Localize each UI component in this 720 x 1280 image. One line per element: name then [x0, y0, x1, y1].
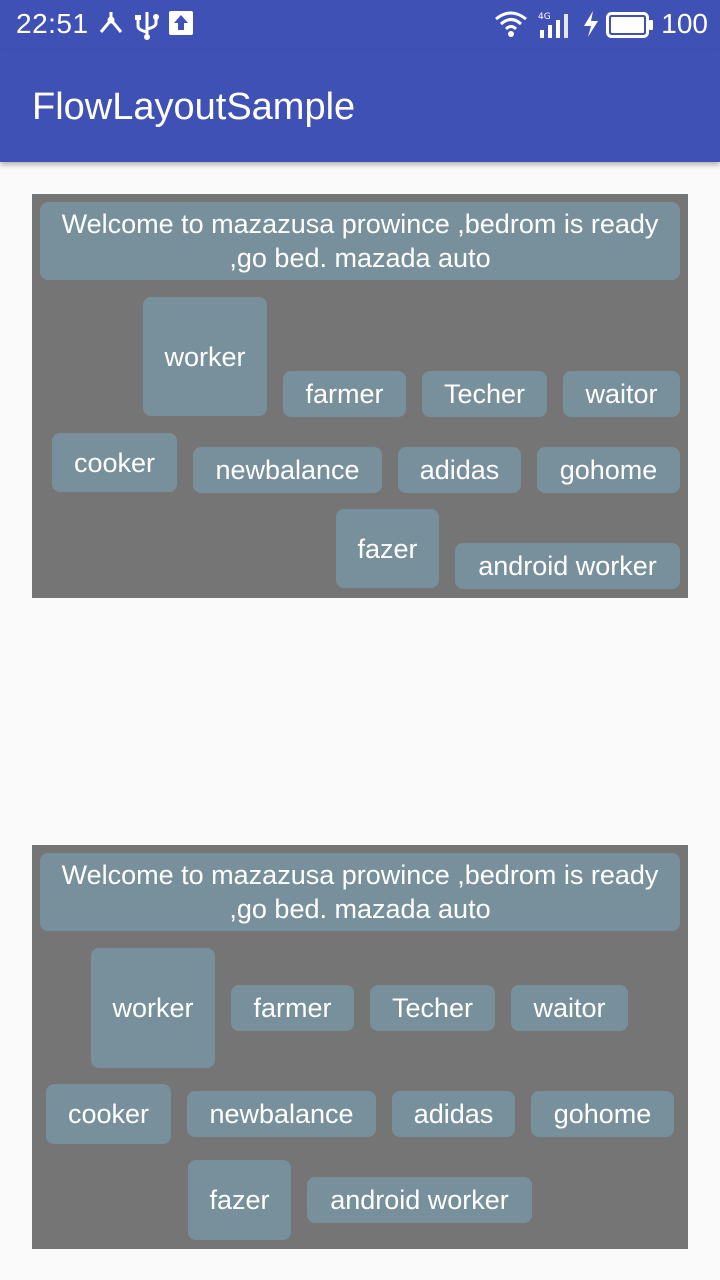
flow-layout-top: Welcome to mazazusa prowince ,bedrom is …	[32, 194, 688, 598]
tag-worker[interactable]: worker	[143, 297, 267, 416]
status-time: 22:51	[16, 8, 89, 39]
wifi-icon	[494, 10, 528, 43]
tag-waitor[interactable]: waitor	[511, 985, 628, 1031]
app-title: FlowLayoutSample	[32, 86, 356, 128]
app-bar: FlowLayoutSample	[0, 50, 720, 162]
tag-gohome[interactable]: gohome	[537, 447, 680, 493]
tag-welcome[interactable]: Welcome to mazazusa prowince ,bedrom is …	[40, 202, 680, 280]
tag-newbalance[interactable]: newbalance	[193, 447, 382, 493]
svg-text:4G: 4G	[538, 12, 551, 22]
tag-fazer[interactable]: fazer	[336, 509, 439, 588]
upload-icon	[168, 10, 194, 41]
battery-icon	[606, 12, 654, 43]
tag-gohome[interactable]: gohome	[531, 1091, 674, 1137]
tag-worker[interactable]: worker	[91, 948, 215, 1068]
status-bar: 22:51 4G 100	[0, 0, 720, 50]
signal-4g-icon: 4G	[538, 10, 574, 45]
tag-techer[interactable]: Techer	[370, 985, 495, 1031]
tag-farmer[interactable]: farmer	[283, 371, 406, 417]
tag-adidas[interactable]: adidas	[392, 1091, 515, 1137]
tag-newbalance[interactable]: newbalance	[187, 1091, 376, 1137]
flow-layout-bottom: Welcome to mazazusa prowince ,bedrom is …	[32, 845, 688, 1249]
battery-level: 100	[661, 8, 708, 39]
tag-android-worker[interactable]: android worker	[455, 543, 680, 589]
tag-waitor[interactable]: waitor	[563, 371, 680, 417]
share-icon	[98, 10, 124, 43]
tag-cooker[interactable]: cooker	[52, 433, 177, 492]
tag-adidas[interactable]: adidas	[398, 447, 521, 493]
tag-cooker[interactable]: cooker	[46, 1084, 171, 1144]
usb-icon	[134, 10, 160, 45]
tag-welcome[interactable]: Welcome to mazazusa prowince ,bedrom is …	[40, 853, 680, 931]
tag-farmer[interactable]: farmer	[231, 985, 354, 1031]
charging-icon	[582, 10, 600, 43]
tag-techer[interactable]: Techer	[422, 371, 547, 417]
tag-fazer[interactable]: fazer	[188, 1160, 291, 1240]
tag-android-worker[interactable]: android worker	[307, 1177, 532, 1223]
